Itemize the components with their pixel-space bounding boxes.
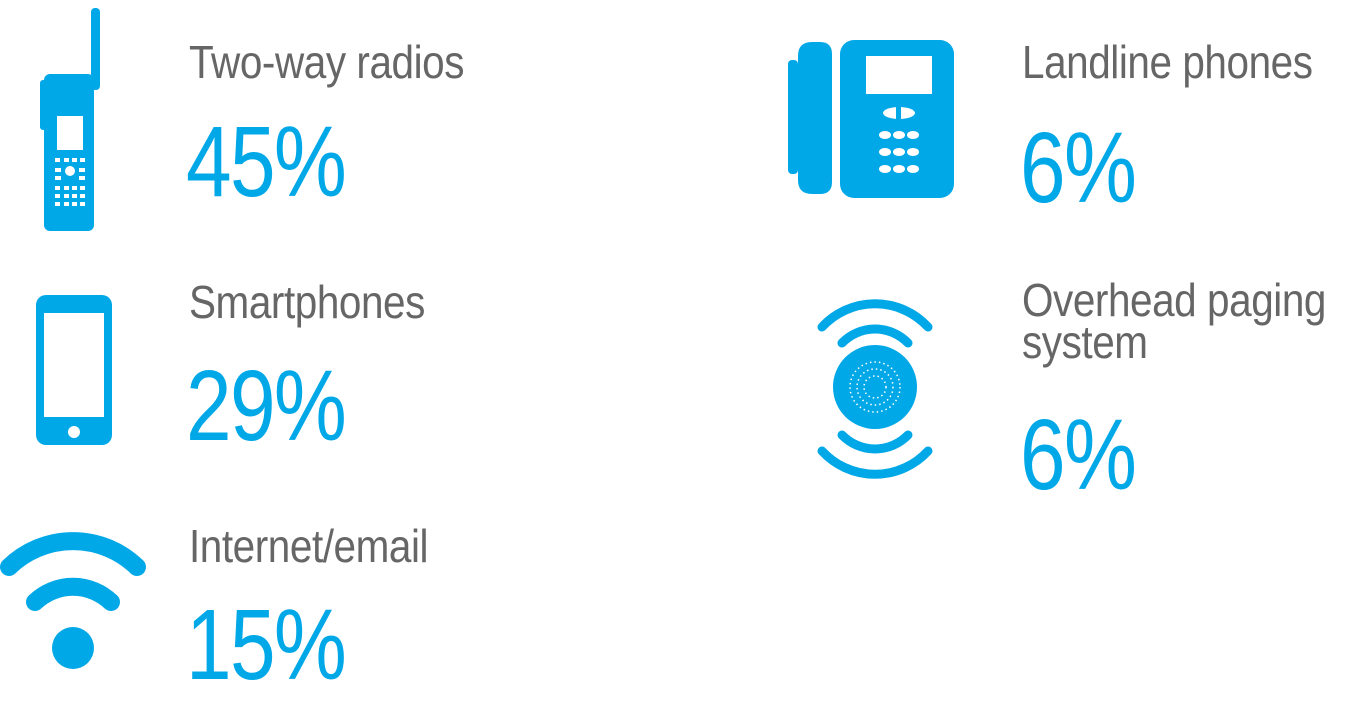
landline-phone-icon — [788, 40, 954, 198]
stat-two-way-radios: Two-way radios 45% — [0, 0, 560, 240]
stat-label: Two-way radios — [189, 36, 465, 88]
stat-label-line2: system — [1022, 316, 1148, 368]
paging-speaker-icon — [817, 299, 933, 479]
stat-internet-email: Internet/email 15% — [0, 505, 560, 695]
stat-value: 6% — [1020, 399, 1137, 511]
stat-smartphones: Smartphones 29% — [0, 270, 560, 470]
stat-label: Internet/email — [189, 520, 429, 572]
stat-landline-phones: Landline phones 6% — [780, 0, 1349, 240]
stat-label: Smartphones — [189, 276, 425, 328]
stat-value: 29% — [186, 350, 347, 462]
stat-value: 15% — [186, 589, 347, 701]
stat-label-line1: Overhead paging — [1022, 274, 1326, 326]
wifi-icon — [0, 532, 146, 669]
smartphone-icon — [36, 295, 112, 445]
stat-value: 6% — [1020, 112, 1137, 224]
two-way-radio-icon — [40, 8, 100, 231]
stat-overhead-paging-system: Overhead paging system 6% — [780, 270, 1349, 510]
stat-value: 45% — [186, 106, 347, 218]
stat-label: Landline phones — [1022, 36, 1313, 88]
